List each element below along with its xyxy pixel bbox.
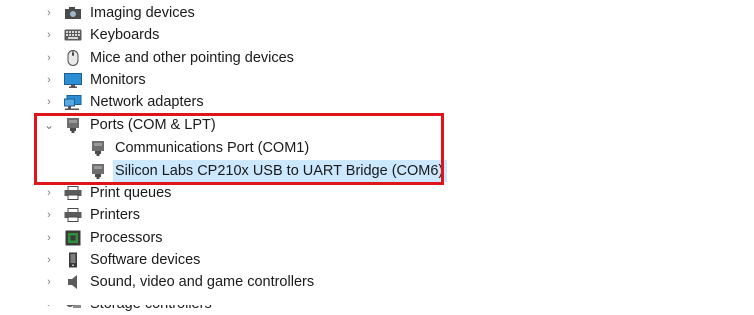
monitor-icon	[64, 72, 82, 88]
expand-chevron-icon[interactable]: ›	[43, 182, 55, 204]
printer-icon	[64, 207, 82, 223]
tree-item-software-devices[interactable]: Software devices	[64, 249, 200, 271]
tree-item-label: Keyboards	[90, 27, 160, 43]
tree-item-print-queues[interactable]: Print queues	[64, 182, 171, 204]
expand-chevron-icon[interactable]: ›	[43, 24, 55, 46]
tree-item-keyboards[interactable]: Keyboards	[64, 24, 159, 46]
tree-item-label: Monitors	[90, 72, 146, 88]
tree-item-label: Printers	[90, 207, 140, 223]
expand-chevron-icon[interactable]: ›	[43, 91, 55, 113]
tree-item-monitors[interactable]: Monitors	[64, 69, 146, 91]
highlight-annotation-box	[34, 113, 444, 185]
viewport-top-edge	[0, 0, 754, 6]
tree-item-mice[interactable]: Mice and other pointing devices	[64, 47, 294, 69]
processor-icon	[64, 230, 82, 246]
tree-item-network-adapters[interactable]: Network adapters	[64, 91, 204, 113]
tree-item-processors[interactable]: Processors	[64, 227, 163, 249]
tree-item-label: Sound, video and game controllers	[90, 274, 315, 290]
tree-item-label: Network adapters	[90, 94, 204, 110]
network-adapter-icon	[64, 94, 82, 110]
tree-item-label: Mice and other pointing devices	[90, 50, 294, 66]
tree-item-sound-video-game[interactable]: Sound, video and game controllers	[64, 271, 314, 293]
expand-chevron-icon[interactable]: ›	[43, 227, 55, 249]
tree-item-printers[interactable]: Printers	[64, 204, 140, 226]
expand-chevron-icon[interactable]: ›	[43, 47, 55, 69]
software-device-icon	[64, 252, 82, 268]
expand-chevron-icon[interactable]: ›	[43, 271, 55, 293]
viewport-bottom-edge	[0, 297, 754, 305]
tree-item-label: Processors	[90, 230, 163, 246]
mouse-icon	[64, 50, 82, 66]
keyboard-icon	[64, 27, 82, 43]
expand-chevron-icon[interactable]: ›	[43, 204, 55, 226]
speaker-icon	[64, 274, 82, 290]
tree-item-label: Software devices	[90, 252, 201, 268]
tree-item-label: Print queues	[90, 185, 172, 201]
expand-chevron-icon[interactable]: ›	[43, 69, 55, 91]
expand-chevron-icon[interactable]: ›	[43, 249, 55, 271]
print-queue-icon	[64, 185, 82, 201]
imaging-devices-icon	[64, 5, 82, 21]
